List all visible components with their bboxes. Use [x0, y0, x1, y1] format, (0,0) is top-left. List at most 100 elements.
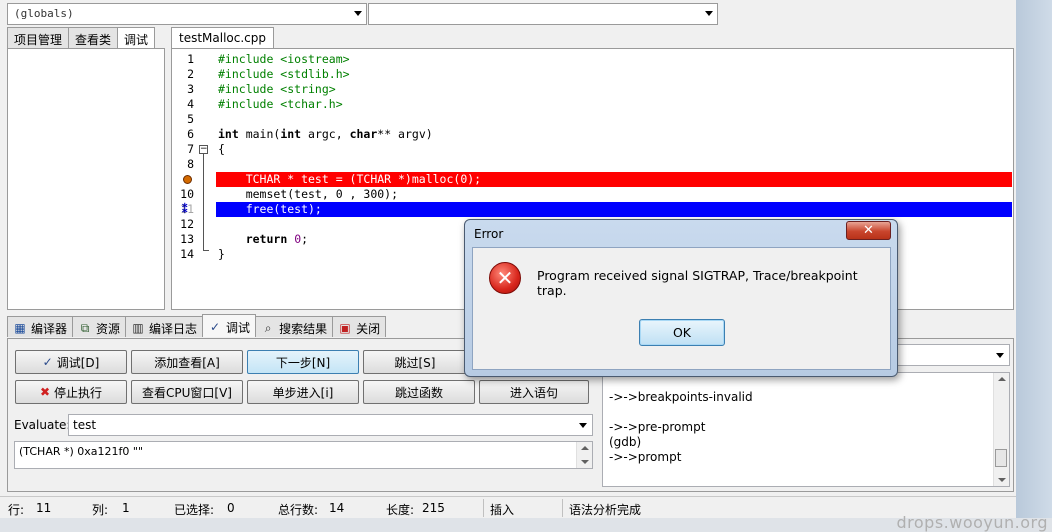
code-text: int main(int argc, char** argv) — [218, 127, 433, 141]
tab-project-manager[interactable]: 项目管理 — [7, 27, 70, 49]
code-line[interactable]: 6 int main(int argc, char** argv) — [172, 127, 1013, 142]
gdb-output-line: ->->prompt — [609, 450, 682, 464]
step-into-button[interactable]: 单步进入[i] — [247, 380, 359, 404]
skip-button-label: 跳过[S] — [394, 355, 436, 370]
evaluate-label: Evaluate: — [14, 418, 71, 432]
code-text: return 0; — [245, 232, 309, 246]
result-scrollbar[interactable] — [576, 442, 592, 468]
globals-combo-value: (globals) — [14, 7, 74, 20]
tab-compiler[interactable]: ▦ 编译器 — [7, 316, 74, 337]
code-line[interactable]: 7{ — [172, 142, 1013, 157]
tab-search-results[interactable]: ⌕ 搜索结果 — [255, 316, 334, 337]
line-number: 1 — [187, 52, 194, 66]
step-into-statement-button-label: 进入语句 — [509, 385, 558, 400]
status-insert-mode: 插入 — [490, 503, 515, 517]
window-frame-right — [1016, 0, 1052, 532]
code-line[interactable]: 5 — [172, 112, 1013, 127]
compiler-icon: ▦ — [14, 321, 26, 335]
dialog-title: Error — [474, 227, 504, 241]
chevron-down-icon — [579, 423, 587, 428]
tab-compile-log[interactable]: ▥ 编译日志 — [125, 316, 204, 337]
tab-debug-left[interactable]: 调试 — [117, 27, 156, 50]
fold-line — [203, 154, 204, 251]
line-number: 6 — [187, 127, 194, 141]
dialog-close-button[interactable]: ✕ — [846, 221, 891, 240]
code-line[interactable]: TCHAR * test = (TCHAR *)malloc(0);9 — [172, 172, 1013, 187]
watermark: drops.wooyun.org — [896, 513, 1048, 532]
line-number: 11 — [180, 202, 194, 216]
tab-close[interactable]: ▣ 关闭 — [332, 316, 387, 337]
step-into-button-label: 单步进入[i] — [272, 385, 334, 400]
globals-combo[interactable]: (globals) — [7, 3, 367, 25]
scroll-up-icon — [581, 446, 589, 450]
editor-file-tab[interactable]: testMalloc.cpp — [171, 27, 275, 49]
code-text: #include <iostream> — [218, 52, 350, 66]
code-line[interactable]: ⁑ free(test); 11 — [172, 202, 1013, 217]
code-line[interactable]: 2 #include <stdlib.h> — [172, 67, 1013, 82]
tab-resources[interactable]: ⧉ 资源 — [72, 316, 127, 337]
next-step-button[interactable]: 下一步[N] — [247, 350, 359, 374]
stop-execution-button[interactable]: ✖ 停止执行 — [15, 380, 127, 404]
status-sel-label: 已选择: — [174, 503, 215, 517]
code-line[interactable]: 10 memset(test, 0 , 300); — [172, 187, 1013, 202]
evaluate-input[interactable]: test — [68, 414, 593, 436]
compile-log-icon: ▥ — [132, 321, 144, 335]
stop-execution-button-label: 停止执行 — [54, 385, 103, 400]
scrollbar-thumb[interactable] — [995, 449, 1007, 467]
line-number: 2 — [187, 67, 194, 81]
line-number: 10 — [180, 187, 194, 201]
code-line[interactable]: 1 #include <iostream> — [172, 52, 1013, 67]
code-line[interactable]: 8 — [172, 157, 1013, 172]
status-len-value: 215 — [422, 501, 445, 515]
status-sel-value: 0 — [227, 501, 235, 515]
dialog-message: Program received signal SIGTRAP, Trace/b… — [537, 268, 858, 298]
gdb-scrollbar[interactable] — [993, 373, 1009, 486]
member-combo[interactable] — [368, 3, 718, 25]
line-number: 3 — [187, 82, 194, 96]
left-panel-tabs: 项目管理 查看类 调试 — [7, 27, 156, 50]
view-cpu-window-button[interactable]: 查看CPU窗口[V] — [131, 380, 243, 404]
step-into-statement-button[interactable]: 进入语句 — [479, 380, 589, 404]
code-line[interactable]: 3 #include <string> — [172, 82, 1013, 97]
close-icon: ✕ — [863, 223, 874, 238]
status-col-label: 列: — [92, 503, 109, 517]
tab-resources-label: 资源 — [96, 321, 121, 336]
next-step-button-label: 下一步[N] — [275, 355, 331, 370]
ok-button-label: OK — [672, 325, 692, 340]
status-separator — [562, 499, 563, 517]
skip-function-button-label: 跳过函数 — [394, 385, 443, 400]
bottom-panel-tabs: ▦ 编译器 ⧉ 资源 ▥ 编译日志 ✓ 调试 ⌕ 搜索结果 ▣ 关闭 — [7, 314, 387, 338]
skip-function-button[interactable]: 跳过函数 — [363, 380, 475, 404]
code-text: { — [218, 142, 225, 156]
gdb-output-line: ->->pre-prompt — [609, 420, 706, 434]
gdb-output-line: (gdb) — [609, 435, 642, 449]
status-len-label: 长度: — [386, 503, 415, 517]
fold-toggle-icon[interactable]: − — [199, 145, 208, 154]
line-number: 12 — [180, 217, 194, 231]
add-watch-button[interactable]: 添加查看[A] — [131, 350, 243, 374]
view-cpu-window-button-label: 查看CPU窗口[V] — [142, 385, 232, 400]
evaluate-result[interactable]: (TCHAR *) 0xa121f0 "" — [14, 441, 593, 469]
chevron-down-icon — [705, 11, 713, 16]
stop-x-icon: ✖ — [39, 385, 51, 399]
code-text: free(test); — [218, 202, 322, 216]
code-text: #include <tchar.h> — [218, 97, 343, 111]
scroll-down-icon — [581, 460, 589, 464]
tab-class-browser[interactable]: 查看类 — [68, 27, 119, 49]
status-parse: 语法分析完成 — [569, 503, 642, 517]
ok-button[interactable]: OK — [639, 319, 725, 346]
status-bar: 行: 11 列: 1 已选择: 0 总行数: 14 长度: 215 插入 语法分… — [0, 496, 1016, 518]
skip-button[interactable]: 跳过[S] — [363, 350, 467, 374]
debug-check-icon: ✓ — [210, 320, 221, 334]
debug-button[interactable]: ✓ 调试[D] — [15, 350, 127, 374]
tab-debug-label: 调试 — [226, 320, 251, 335]
status-col-value: 1 — [122, 501, 130, 515]
code-text: TCHAR * test = (TCHAR *)malloc(0); — [218, 172, 482, 186]
gdb-output[interactable]: ->->breakpoints-invalid ->->pre-prompt (… — [602, 372, 1010, 487]
code-text: #include <string> — [218, 82, 336, 96]
code-text: memset(test, 0 , 300); — [218, 187, 399, 201]
tab-debug[interactable]: ✓ 调试 — [202, 314, 257, 337]
tab-close-label: 关闭 — [356, 321, 381, 336]
code-line[interactable]: 4 #include <tchar.h> — [172, 97, 1013, 112]
tab-compile-log-label: 编译日志 — [149, 321, 198, 336]
